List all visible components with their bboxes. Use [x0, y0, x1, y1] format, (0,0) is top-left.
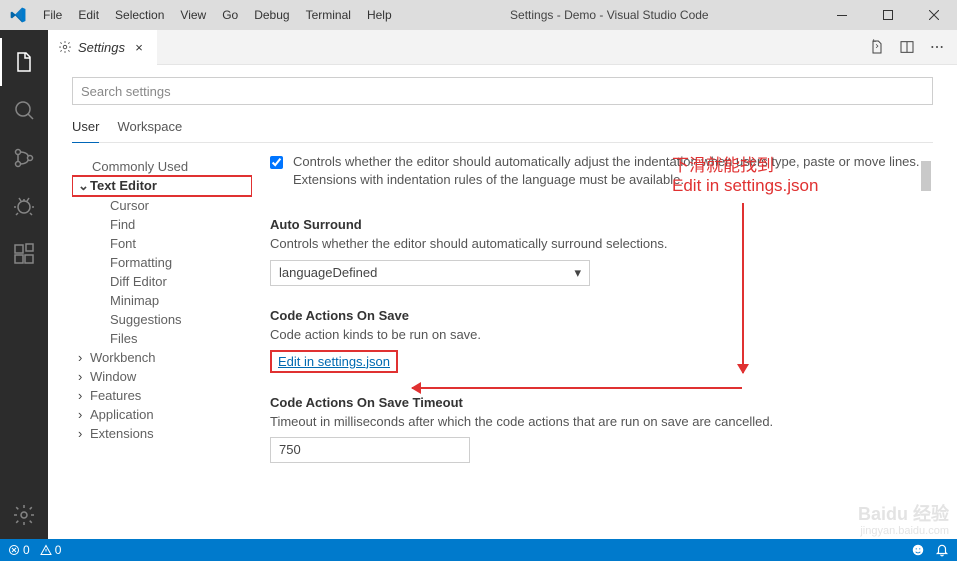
titlebar: File Edit Selection View Go Debug Termin…: [0, 0, 957, 30]
vscode-logo-icon: [0, 7, 35, 23]
scrollbar-thumb[interactable]: [921, 161, 931, 191]
menu-selection[interactable]: Selection: [107, 8, 172, 22]
chevron-down-icon: ⌄: [78, 178, 90, 194]
split-editor-icon[interactable]: [899, 39, 915, 55]
tab-settings[interactable]: Settings ×: [48, 30, 157, 65]
menu-edit[interactable]: Edit: [70, 8, 107, 22]
menu-bar: File Edit Selection View Go Debug Termin…: [35, 8, 400, 22]
status-notifications-icon[interactable]: [935, 543, 949, 557]
warning-icon: [40, 544, 52, 556]
auto-surround-dropdown[interactable]: languageDefined ▾: [270, 260, 590, 286]
status-bar: 0 0: [0, 539, 957, 561]
code-actions-timeout-input[interactable]: 750: [270, 437, 470, 463]
search-placeholder: Search settings: [81, 84, 171, 99]
settings-list[interactable]: Controls whether the editor should autom…: [252, 153, 933, 539]
scope-workspace-tab[interactable]: Workspace: [117, 119, 182, 142]
minimize-button[interactable]: [819, 0, 865, 30]
settings-scope-tabs: User Workspace: [72, 119, 933, 143]
settings-gear-icon[interactable]: [0, 491, 48, 539]
chevron-right-icon: ›: [78, 369, 90, 384]
toc-features[interactable]: ›Features: [72, 386, 252, 405]
chevron-right-icon: ›: [78, 407, 90, 422]
setting-auto-indent: Controls whether the editor should autom…: [270, 153, 921, 195]
toc-workbench[interactable]: ›Workbench: [72, 348, 252, 367]
chevron-right-icon: ›: [78, 426, 90, 441]
tab-close-icon[interactable]: ×: [131, 39, 147, 55]
toc-font[interactable]: Font: [72, 234, 252, 253]
setting-description: Timeout in milliseconds after which the …: [270, 413, 921, 431]
error-icon: [8, 544, 20, 556]
menu-help[interactable]: Help: [359, 8, 400, 22]
toc-suggestions[interactable]: Suggestions: [72, 310, 252, 329]
vertical-scrollbar[interactable]: [921, 153, 933, 539]
annotation-arrow-left: [412, 387, 742, 389]
close-button[interactable]: [911, 0, 957, 30]
status-warnings[interactable]: 0: [40, 543, 62, 557]
toc-find[interactable]: Find: [72, 215, 252, 234]
maximize-button[interactable]: [865, 0, 911, 30]
toc-files[interactable]: Files: [72, 329, 252, 348]
menu-view[interactable]: View: [172, 8, 214, 22]
menu-debug[interactable]: Debug: [246, 8, 297, 22]
menu-go[interactable]: Go: [214, 8, 246, 22]
explorer-icon[interactable]: [0, 38, 48, 86]
toc-window[interactable]: ›Window: [72, 367, 252, 386]
toc-cursor[interactable]: Cursor: [72, 196, 252, 215]
settings-toc[interactable]: Commonly Used ⌄Text Editor Cursor Find F…: [72, 153, 252, 539]
toc-extensions[interactable]: ›Extensions: [72, 424, 252, 443]
setting-auto-surround: Auto Surround Controls whether the edito…: [270, 217, 921, 285]
window-title: Settings - Demo - Visual Studio Code: [400, 8, 819, 22]
menu-terminal[interactable]: Terminal: [298, 8, 359, 22]
setting-title: Code Actions On Save Timeout: [270, 395, 921, 410]
tab-label: Settings: [78, 40, 125, 55]
scope-user-tab[interactable]: User: [72, 119, 99, 143]
setting-description: Controls whether the editor should autom…: [270, 235, 921, 253]
chevron-right-icon: ›: [78, 350, 90, 365]
toc-diff-editor[interactable]: Diff Editor: [72, 272, 252, 291]
gear-icon: [58, 40, 72, 54]
open-settings-json-icon[interactable]: [869, 39, 885, 55]
setting-description: Code action kinds to be run on save.: [270, 326, 921, 344]
chevron-down-icon: ▾: [574, 265, 581, 281]
extensions-icon[interactable]: [0, 230, 48, 278]
chevron-right-icon: ›: [78, 388, 90, 403]
menu-file[interactable]: File: [35, 8, 70, 22]
edit-in-settings-json-link[interactable]: Edit in settings.json: [278, 354, 390, 369]
setting-title: Code Actions On Save: [270, 308, 921, 323]
setting-code-actions-on-save: Code Actions On Save Code action kinds t…: [270, 308, 921, 373]
tab-bar: Settings ×: [48, 30, 957, 65]
toc-commonly-used[interactable]: Commonly Used: [72, 157, 252, 176]
dropdown-value: languageDefined: [279, 265, 377, 280]
activity-bar: [0, 30, 48, 539]
status-errors[interactable]: 0: [8, 543, 30, 557]
setting-code-actions-timeout: Code Actions On Save Timeout Timeout in …: [270, 395, 921, 463]
debug-icon[interactable]: [0, 182, 48, 230]
toc-minimap[interactable]: Minimap: [72, 291, 252, 310]
setting-title: Auto Surround: [270, 217, 921, 232]
toc-formatting[interactable]: Formatting: [72, 253, 252, 272]
setting-description: Controls whether the editor should autom…: [293, 153, 921, 189]
source-control-icon[interactable]: [0, 134, 48, 182]
toc-text-editor[interactable]: ⌄Text Editor: [72, 176, 252, 196]
toc-application[interactable]: ›Application: [72, 405, 252, 424]
status-feedback-icon[interactable]: [911, 543, 925, 557]
search-icon[interactable]: [0, 86, 48, 134]
settings-search-input[interactable]: Search settings: [72, 77, 933, 105]
auto-indent-checkbox[interactable]: [270, 156, 283, 169]
annotation-arrow-down: [742, 203, 744, 373]
more-actions-icon[interactable]: [929, 39, 945, 55]
